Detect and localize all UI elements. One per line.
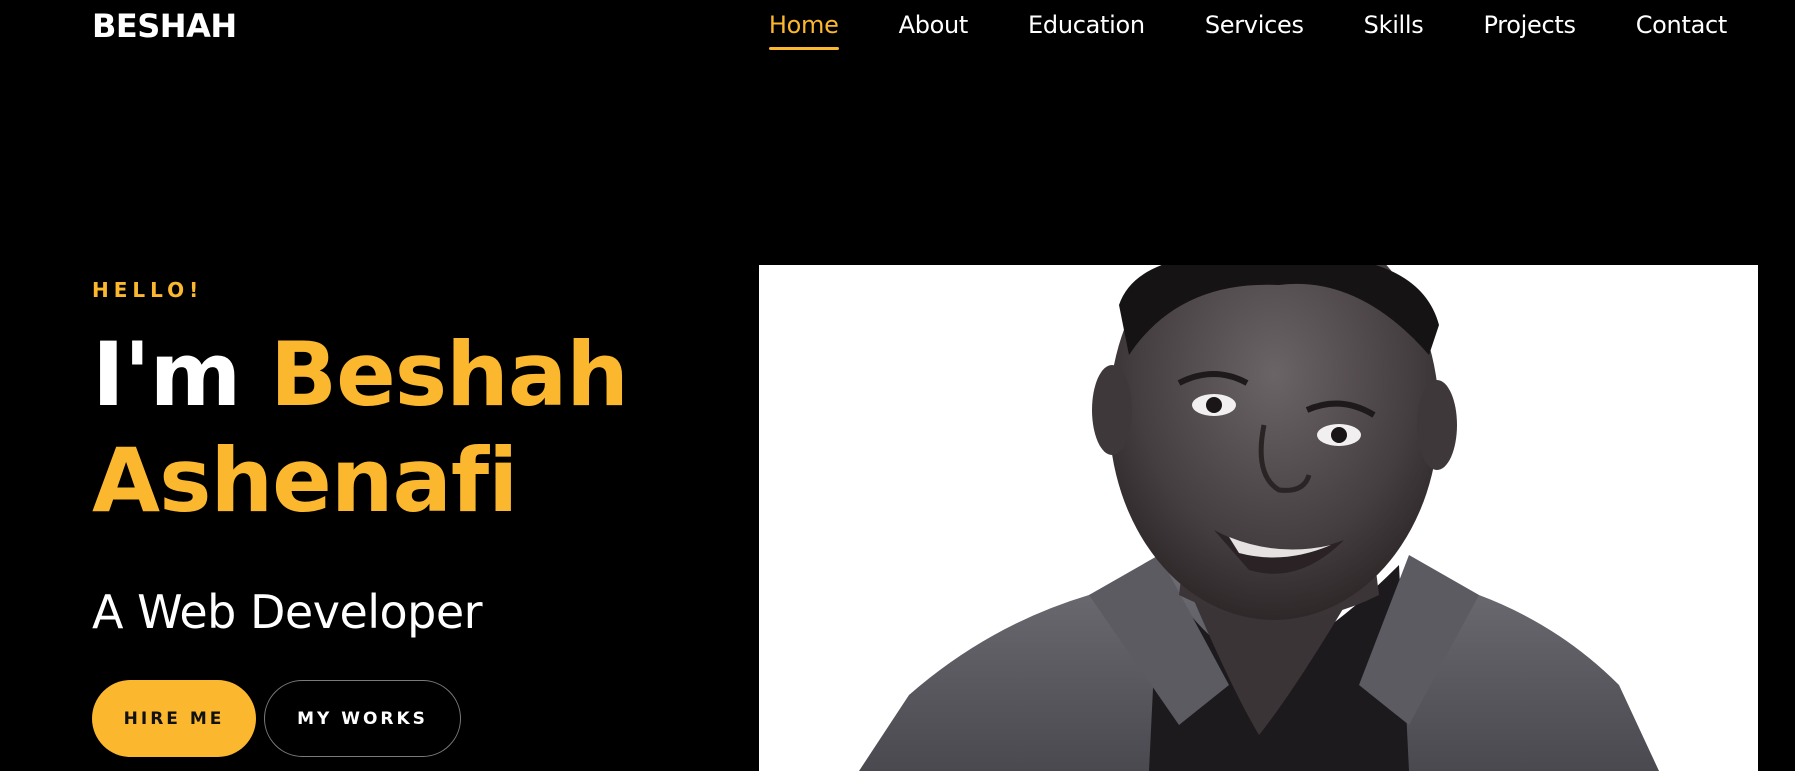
hero-greeting: HELLO! [92,278,204,302]
hero-last-name: Ashenafi [92,429,518,532]
nav-link-skills[interactable]: Skills [1364,8,1424,48]
profile-photo [759,265,1758,771]
nav-link-about[interactable]: About [899,8,969,48]
nav-link-contact[interactable]: Contact [1636,8,1728,48]
hero-first-name: Beshah [270,323,629,426]
navbar: BESHAH Home About Education Services Ski… [0,0,1795,52]
nav-link-education[interactable]: Education [1028,8,1145,48]
hero-buttons: HIRE ME MY WORKS [92,680,712,757]
hero-section: HELLO! I'm Beshah Ashenafi A Web Develop… [92,270,712,757]
my-works-button[interactable]: MY WORKS [264,680,461,757]
nav-links: Home About Education Services Skills Pro… [768,8,1728,50]
nav-link-services[interactable]: Services [1205,8,1304,48]
site-logo[interactable]: BESHAH [92,6,237,46]
nav-link-projects[interactable]: Projects [1484,8,1577,48]
hero-role: A Web Developer [92,585,483,639]
nav-link-home[interactable]: Home [768,8,839,50]
hero-intro: I'm [92,323,241,426]
hero-headline: I'm Beshah Ashenafi [92,322,712,534]
profile-photo-illustration [759,265,1758,771]
hire-me-button[interactable]: HIRE ME [92,680,256,757]
